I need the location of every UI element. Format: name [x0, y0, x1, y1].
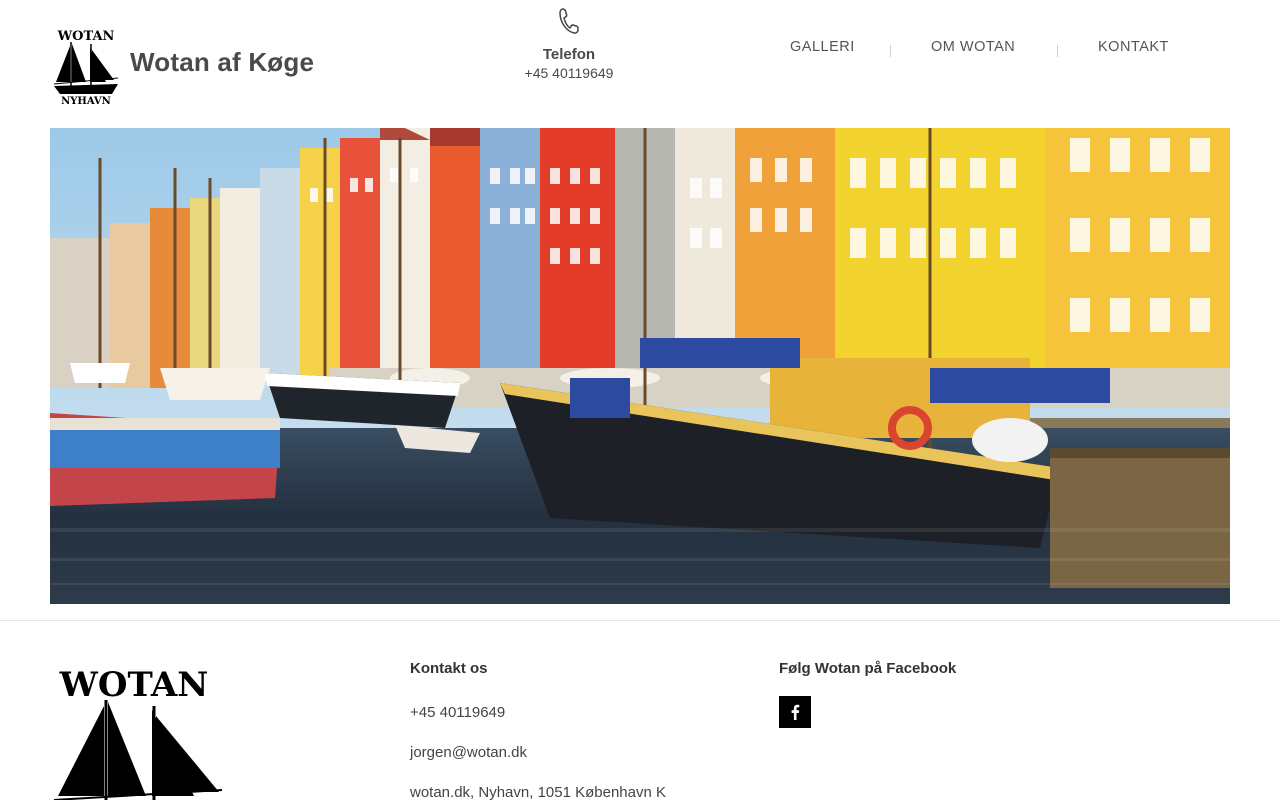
svg-text:WOTAN: WOTAN [59, 666, 209, 705]
social-heading: Følg Wotan på Facebook [779, 660, 957, 677]
footer-logo: WOTAN [54, 666, 224, 800]
site-header: WOTAN NYHAVN Wotan af Køge Telefon +45 4… [0, 0, 1280, 128]
phone-icon [557, 6, 581, 36]
footer-social: Følg Wotan på Facebook [779, 660, 1099, 740]
nav-item-kontakt[interactable]: KONTAKT [1098, 39, 1169, 55]
contact-email[interactable]: jorgen@wotan.dk [410, 744, 527, 761]
site-logo[interactable]: WOTAN NYHAVN [52, 28, 120, 106]
nav-item-om-wotan[interactable]: OM WOTAN [931, 39, 1015, 55]
site-title[interactable]: Wotan af Køge [130, 47, 314, 78]
contact-phone[interactable]: +45 40119649 [410, 704, 505, 721]
nav-separator [890, 45, 891, 57]
phone-number[interactable]: +45 40119649 [509, 65, 629, 81]
footer-contact: Kontakt os +45 40119649 jorgen@wotan.dk … [410, 660, 750, 800]
svg-text:WOTAN: WOTAN [57, 29, 115, 44]
facebook-icon [791, 704, 800, 720]
nav-separator [1057, 45, 1058, 57]
facebook-button[interactable] [779, 696, 811, 728]
nav-item-galleri[interactable]: GALLERI [790, 39, 855, 55]
svg-text:NYHAVN: NYHAVN [61, 96, 111, 106]
phone-block: Telefon +45 40119649 [509, 6, 629, 81]
contact-heading: Kontakt os [410, 660, 488, 677]
footer-divider [0, 620, 1280, 621]
hero-image [50, 128, 1230, 604]
contact-address: wotan.dk, Nyhavn, 1051 København K [410, 784, 666, 800]
phone-label: Telefon [542, 46, 596, 63]
